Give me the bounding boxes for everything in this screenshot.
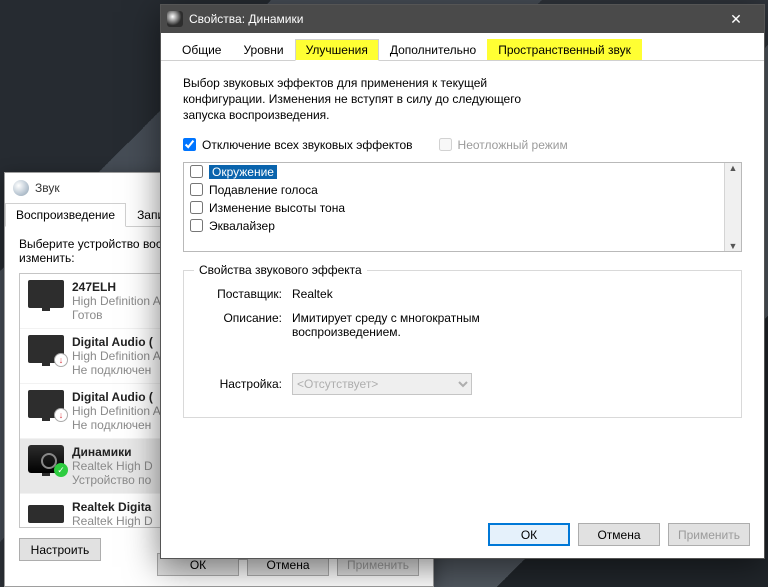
device-driver: Realtek High D — [72, 514, 153, 528]
effect-row[interactable]: Изменение высоты тона — [184, 199, 741, 217]
setting-label: Настройка: — [202, 377, 292, 391]
immediate-mode-input — [439, 138, 452, 151]
tab-Дополнительно[interactable]: Дополнительно — [379, 39, 487, 60]
properties-titlebar[interactable]: Свойства: Динамики ✕ — [161, 5, 764, 33]
effect-row[interactable]: Подавление голоса — [184, 181, 741, 199]
effect-label: Окружение — [209, 165, 277, 179]
disable-all-effects-input[interactable] — [183, 138, 196, 151]
device-status: Устройство по — [72, 473, 153, 487]
device-icon — [28, 280, 64, 308]
effect-checkbox[interactable] — [190, 183, 203, 196]
effect-label: Эквалайзер — [209, 219, 275, 233]
prop-cancel-button[interactable]: Отмена — [578, 523, 660, 546]
device-driver: Realtek High D — [72, 459, 153, 473]
effect-properties-legend: Свойства звукового эффекта — [194, 263, 367, 277]
effects-list[interactable]: Окружение Подавление голоса Изменение высо… — [183, 162, 742, 252]
description-label: Описание: — [202, 311, 292, 339]
tab-Пространственный звук[interactable]: Пространственный звук — [487, 39, 642, 60]
properties-title-text: Свойства: Динамики — [189, 12, 714, 26]
scroll-down-icon[interactable]: ▼ — [729, 241, 738, 251]
device-name: Динамики — [72, 445, 153, 459]
setting-select: <Отсутствует> — [292, 373, 472, 395]
immediate-mode-checkbox: Неотложный режим — [439, 138, 568, 152]
provider-label: Поставщик: — [202, 287, 292, 301]
prop-ok-button[interactable]: ОК — [488, 523, 570, 546]
prop-apply-button[interactable]: Применить — [668, 523, 750, 546]
effect-row[interactable]: Эквалайзер — [184, 217, 741, 235]
enhancements-description: Выбор звуковых эффектов для применения к… — [183, 75, 523, 124]
device-icon: ↓ — [28, 390, 64, 418]
tab-Уровни[interactable]: Уровни — [232, 39, 294, 60]
effect-label: Изменение высоты тона — [209, 201, 345, 215]
device-icon: ✓ — [28, 445, 64, 473]
effect-checkbox[interactable] — [190, 201, 203, 214]
effect-checkbox[interactable] — [190, 219, 203, 232]
device-icon: ↓ — [28, 335, 64, 363]
configure-button[interactable]: Настроить — [19, 538, 101, 561]
sound-title-text: Звук — [35, 181, 60, 195]
tab-Общие[interactable]: Общие — [171, 39, 232, 60]
effect-label: Подавление голоса — [209, 183, 318, 197]
check-icon: ✓ — [54, 463, 68, 477]
disable-all-effects-checkbox[interactable]: Отключение всех звуковых эффектов — [183, 138, 413, 152]
arrow-down-icon: ↓ — [54, 353, 68, 367]
provider-value: Realtek — [292, 287, 723, 301]
effect-checkbox[interactable] — [190, 165, 203, 178]
speaker-icon — [167, 11, 183, 27]
description-value: Имитирует среду с многократным воспроизв… — [292, 311, 552, 339]
properties-window: Свойства: Динамики ✕ ОбщиеУровниУлучшени… — [160, 4, 765, 559]
arrow-down-icon: ↓ — [54, 408, 68, 422]
sound-icon — [13, 180, 29, 196]
scroll-up-icon[interactable]: ▲ — [729, 163, 738, 173]
tab-playback[interactable]: Воспроизведение — [5, 203, 126, 227]
close-icon[interactable]: ✕ — [714, 11, 758, 28]
tab-Улучшения[interactable]: Улучшения — [295, 39, 379, 61]
properties-tabstrip: ОбщиеУровниУлучшенияДополнительноПростра… — [161, 33, 764, 61]
effect-properties-group: Свойства звукового эффекта Поставщик: Re… — [183, 270, 742, 418]
effects-scrollbar[interactable]: ▲ ▼ — [724, 163, 741, 251]
device-icon — [28, 500, 64, 528]
effect-row[interactable]: Окружение — [184, 163, 741, 181]
device-name: Realtek Digita — [72, 500, 153, 514]
